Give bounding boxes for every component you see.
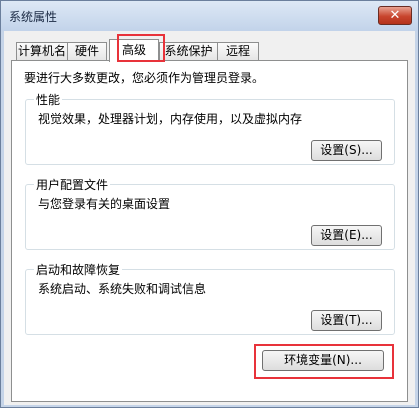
user-profiles-group-label: 用户配置文件 (34, 176, 111, 193)
user-profiles-group: 用户配置文件 与您登录有关的桌面设置 设置(E)... (25, 176, 395, 250)
tab-label: 高级 (121, 43, 146, 57)
startup-recovery-description: 系统启动、系统失败和调试信息 (38, 282, 207, 296)
user-profiles-settings-button[interactable]: 设置(E)... (311, 225, 382, 246)
tab-label: 远程 (225, 44, 250, 58)
startup-recovery-group: 启动和故障恢复 系统启动、系统失败和调试信息 设置(T)... (25, 261, 395, 335)
tab-computer-name[interactable]: 计算机名 (16, 42, 68, 61)
admin-notice: 要进行大多数更改，您必须作为管理员登录。 (24, 71, 265, 85)
tab-label: 硬件 (74, 44, 99, 58)
tab-hardware[interactable]: 硬件 (67, 42, 107, 61)
performance-settings-button[interactable]: 设置(S)... (311, 140, 382, 161)
startup-recovery-group-label: 启动和故障恢复 (34, 261, 123, 278)
tab-advanced[interactable]: 高级 (109, 39, 159, 62)
startup-recovery-settings-button[interactable]: 设置(T)... (311, 310, 382, 331)
close-button[interactable]: ✕ (378, 6, 412, 25)
close-icon: ✕ (389, 8, 401, 23)
performance-group-label: 性能 (34, 91, 63, 108)
performance-description: 视觉效果，处理器计划，内存使用，以及虚拟内存 (38, 112, 303, 126)
performance-group: 性能 视觉效果，处理器计划，内存使用，以及虚拟内存 设置(S)... (25, 91, 395, 165)
user-profiles-description: 与您登录有关的桌面设置 (38, 197, 171, 211)
tab-remote[interactable]: 远程 (217, 42, 259, 61)
tab-label: 计算机名 (17, 44, 66, 58)
title-bar[interactable]: 系统属性 ✕ (1, 1, 418, 31)
system-properties-window: 系统属性 ✕ 计算机名 硬件 高级 系统保护 远程 要进行大多数更改，您必须作为 (0, 0, 419, 408)
dialog-client-area: 计算机名 硬件 高级 系统保护 远程 要进行大多数更改，您必须作为管理员登录。 … (4, 31, 415, 405)
window-title: 系统属性 (9, 10, 58, 24)
tab-system-protection[interactable]: 系统保护 (159, 42, 218, 61)
tab-label: 系统保护 (164, 44, 213, 58)
environment-variables-button[interactable]: 环境变量(N)... (262, 350, 384, 371)
